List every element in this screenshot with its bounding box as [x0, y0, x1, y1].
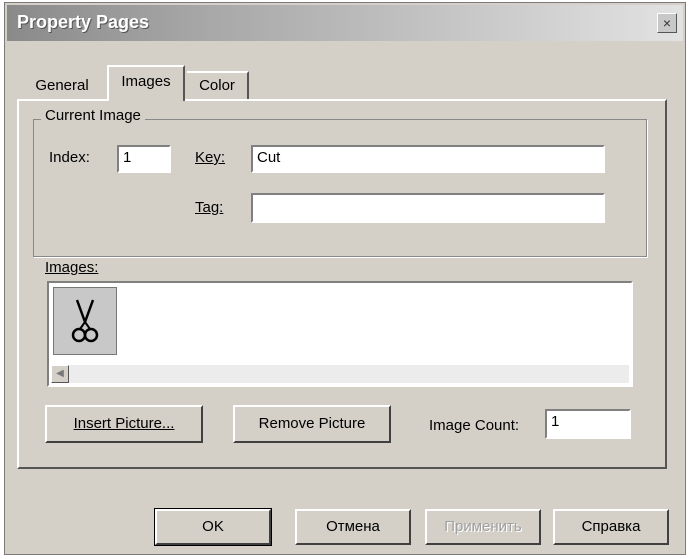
image-count-label: Image Count: [429, 417, 520, 434]
horizontal-scrollbar[interactable]: ◀ [51, 365, 629, 383]
scroll-left-arrow-icon[interactable]: ◀ [51, 365, 69, 383]
close-button[interactable]: × [657, 13, 677, 33]
index-label: Index: [49, 149, 90, 166]
remove-picture-button[interactable]: Remove Picture [233, 405, 391, 443]
tag-label: Tag: [195, 199, 224, 216]
tab-color[interactable]: Color [187, 71, 249, 99]
ok-button[interactable]: OK [154, 508, 272, 546]
current-image-group-label: Current Image [41, 107, 145, 124]
current-image-group [33, 119, 647, 257]
tab-images[interactable]: Images [107, 65, 185, 101]
image-list-item[interactable] [53, 287, 117, 355]
tab-general[interactable]: General [21, 73, 103, 99]
apply-button: Применить [425, 509, 541, 545]
window-title: Property Pages [17, 12, 150, 32]
help-button[interactable]: Справка [553, 509, 669, 545]
tag-field[interactable] [251, 193, 605, 223]
scissors-icon [71, 299, 99, 343]
remove-picture-label: Remove Picture [258, 415, 366, 432]
cancel-button[interactable]: Отмена [295, 509, 411, 545]
key-field[interactable]: Cut [251, 145, 605, 173]
key-label: Key: [195, 149, 226, 166]
images-label: Images: [45, 259, 99, 276]
image-list[interactable]: ◀ [47, 281, 633, 387]
insert-picture-button[interactable]: Insert Picture... [45, 405, 203, 443]
property-pages-dialog: Property Pages × General Images Color Cu… [4, 2, 686, 555]
image-count-field: 1 [545, 409, 631, 439]
title-bar[interactable]: Property Pages × [7, 5, 683, 41]
index-field[interactable]: 1 [117, 145, 171, 173]
insert-picture-label: Insert Picture... [73, 415, 175, 432]
